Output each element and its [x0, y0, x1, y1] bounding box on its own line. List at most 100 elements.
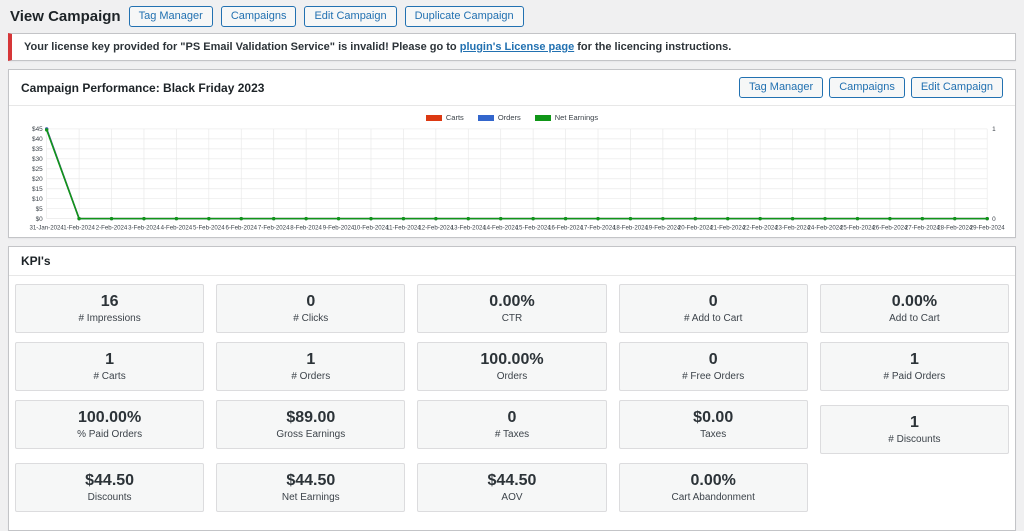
notice-text-after: for the licencing instructions.: [574, 41, 731, 53]
svg-text:29-Feb-2024: 29-Feb-2024: [970, 224, 1005, 231]
svg-text:1-Feb-2024: 1-Feb-2024: [63, 224, 95, 231]
page-title: View Campaign: [10, 8, 121, 25]
kpi-value: $89.00: [221, 408, 400, 428]
performance-chart: 31-Jan-20241-Feb-20242-Feb-20243-Feb-202…: [19, 123, 1005, 235]
svg-text:15-Feb-2024: 15-Feb-2024: [516, 224, 552, 231]
svg-text:0: 0: [992, 216, 996, 223]
svg-text:7-Feb-2024: 7-Feb-2024: [258, 224, 290, 231]
performance-panel-actions: Tag Manager Campaigns Edit Campaign: [739, 77, 1003, 98]
svg-text:24-Feb-2024: 24-Feb-2024: [808, 224, 844, 231]
chart-area: Carts Orders Net Earnings 31-Jan-20241-Feb…: [9, 106, 1015, 237]
panel-campaigns-button[interactable]: Campaigns: [829, 77, 905, 98]
svg-text:6-Feb-2024: 6-Feb-2024: [225, 224, 257, 231]
svg-text:$35: $35: [32, 146, 43, 153]
kpi-value: 100.00%: [20, 408, 199, 428]
legend-item: Net Earnings: [535, 113, 598, 122]
kpi-label: # Free Orders: [624, 371, 803, 382]
performance-panel-header: Campaign Performance: Black Friday 2023 …: [9, 70, 1015, 106]
kpi-card-paid-orders-rate: 100.00% % Paid Orders: [15, 400, 204, 449]
legend-item: Carts: [426, 113, 464, 122]
svg-text:4-Feb-2024: 4-Feb-2024: [161, 224, 193, 231]
panel-edit-campaign-button[interactable]: Edit Campaign: [911, 77, 1003, 98]
svg-text:$20: $20: [32, 176, 43, 183]
kpi-label: # Discounts: [825, 434, 1004, 445]
svg-text:17-Feb-2024: 17-Feb-2024: [581, 224, 617, 231]
kpi-card-discounts: $44.50 Discounts: [15, 463, 204, 512]
kpi-card-discounts-count: 1 # Discounts: [820, 405, 1009, 454]
svg-text:28-Feb-2024: 28-Feb-2024: [937, 224, 973, 231]
kpi-value: 0.00%: [624, 471, 803, 491]
svg-text:2-Feb-2024: 2-Feb-2024: [96, 224, 128, 231]
kpi-label: # Taxes: [422, 429, 601, 440]
legend-label: Net Earnings: [555, 113, 598, 122]
kpi-label: CTR: [422, 313, 601, 324]
duplicate-campaign-button[interactable]: Duplicate Campaign: [405, 6, 524, 27]
license-error-notice: Your license key provided for "PS Email …: [8, 33, 1016, 61]
svg-text:26-Feb-2024: 26-Feb-2024: [872, 224, 908, 231]
legend-item: Orders: [478, 113, 521, 122]
kpi-card-orders-rate: 100.00% Orders: [417, 342, 606, 391]
kpi-card-clicks: 0 # Clicks: [216, 284, 405, 333]
svg-text:23-Feb-2024: 23-Feb-2024: [775, 224, 811, 231]
kpi-value: 1: [825, 413, 1004, 433]
svg-text:5-Feb-2024: 5-Feb-2024: [193, 224, 225, 231]
notice-text-before: Your license key provided for "PS Email …: [24, 41, 460, 53]
svg-text:$5: $5: [36, 206, 44, 213]
kpi-value: 0.00%: [825, 292, 1004, 312]
kpi-value: $0.00: [624, 408, 803, 428]
legend-swatch: [478, 115, 494, 121]
license-page-link[interactable]: plugin's License page: [460, 41, 574, 53]
kpi-label: Cart Abandonment: [624, 492, 803, 503]
kpi-label: # Add to Cart: [624, 313, 803, 324]
legend-label: Carts: [446, 113, 464, 122]
chart-legend: Carts Orders Net Earnings: [19, 110, 1005, 123]
edit-campaign-button[interactable]: Edit Campaign: [304, 6, 396, 27]
kpi-label: # Paid Orders: [825, 371, 1004, 382]
svg-text:$40: $40: [32, 136, 43, 143]
kpi-label: AOV: [422, 492, 601, 503]
svg-text:21-Feb-2024: 21-Feb-2024: [710, 224, 746, 231]
kpi-label: Net Earnings: [221, 492, 400, 503]
kpi-card-ctr: 0.00% CTR: [417, 284, 606, 333]
svg-text:$45: $45: [32, 126, 43, 133]
svg-text:27-Feb-2024: 27-Feb-2024: [905, 224, 941, 231]
campaign-performance-panel: Campaign Performance: Black Friday 2023 …: [8, 69, 1016, 238]
svg-text:3-Feb-2024: 3-Feb-2024: [128, 224, 160, 231]
legend-swatch: [535, 115, 551, 121]
kpi-value: 1: [20, 350, 199, 370]
kpi-value: 0: [422, 408, 601, 428]
kpi-panel-header: KPI's: [9, 247, 1015, 276]
kpi-card-net-earnings: $44.50 Net Earnings: [216, 463, 405, 512]
legend-swatch: [426, 115, 442, 121]
svg-text:22-Feb-2024: 22-Feb-2024: [743, 224, 779, 231]
kpi-value: 0: [624, 350, 803, 370]
svg-text:9-Feb-2024: 9-Feb-2024: [323, 224, 355, 231]
kpi-grid: 16 # Impressions 0 # Clicks 0.00% CTR 0 …: [9, 276, 1015, 530]
kpi-card-carts: 1 # Carts: [15, 342, 204, 391]
kpi-card-orders: 1 # Orders: [216, 342, 405, 391]
panel-tag-manager-button[interactable]: Tag Manager: [739, 77, 823, 98]
kpi-value: 0: [221, 292, 400, 312]
svg-text:$10: $10: [32, 196, 43, 203]
kpi-value: $44.50: [221, 471, 400, 491]
campaigns-button[interactable]: Campaigns: [221, 6, 297, 27]
kpi-card-free-orders: 0 # Free Orders: [619, 342, 808, 391]
kpi-card-aov: $44.50 AOV: [417, 463, 606, 512]
kpi-label: % Paid Orders: [20, 429, 199, 440]
kpi-value: 1: [221, 350, 400, 370]
kpi-value: 16: [20, 292, 199, 312]
svg-text:31-Jan-2024: 31-Jan-2024: [30, 224, 65, 231]
svg-text:13-Feb-2024: 13-Feb-2024: [451, 224, 487, 231]
svg-text:11-Feb-2024: 11-Feb-2024: [386, 224, 421, 231]
page-header: View Campaign Tag Manager Campaigns Edit…: [8, 5, 1016, 27]
svg-text:1: 1: [992, 126, 996, 133]
svg-text:18-Feb-2024: 18-Feb-2024: [613, 224, 649, 231]
kpi-value: 1: [825, 350, 1004, 370]
tag-manager-button[interactable]: Tag Manager: [129, 6, 213, 27]
kpi-card-paid-orders: 1 # Paid Orders: [820, 342, 1009, 391]
kpi-card-taxes-count: 0 # Taxes: [417, 400, 606, 449]
kpi-card-add-to-cart-rate: 0.00% Add to Cart: [820, 284, 1009, 333]
kpi-label: # Carts: [20, 371, 199, 382]
svg-text:10-Feb-2024: 10-Feb-2024: [353, 224, 389, 231]
svg-text:20-Feb-2024: 20-Feb-2024: [678, 224, 714, 231]
